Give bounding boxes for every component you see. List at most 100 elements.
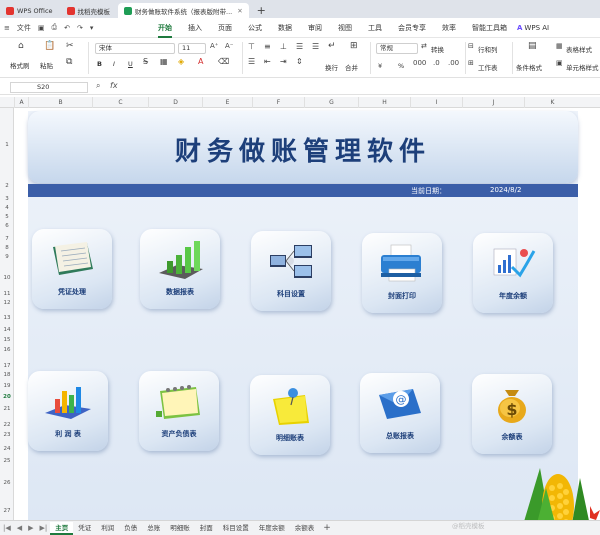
row-header[interactable]: 7 [0,236,14,242]
sheet-tab-home[interactable]: 主页 [50,521,74,535]
row-header[interactable]: 23 [0,432,14,438]
hamburger-icon[interactable]: ≡ [4,24,10,32]
border-icon[interactable]: ▦ [160,57,168,66]
row-header[interactable]: 10 [0,275,14,281]
convert-button[interactable]: 转换 [431,44,444,54]
cut-icon[interactable]: ✂ [66,41,74,51]
column-header[interactable]: H [358,97,410,108]
row-col-icon[interactable]: ⊟ [468,42,474,50]
close-tab-icon[interactable]: ✕ [237,7,242,15]
column-header[interactable]: C [92,97,148,108]
column-header[interactable]: K [524,97,580,108]
font-name-select[interactable]: 宋体 [95,43,175,54]
row-header[interactable]: 15 [0,337,14,343]
tab-review[interactable]: 审阅 [308,23,322,33]
sheet-tab-profit[interactable]: 利润 [96,522,119,535]
increase-decimal-icon[interactable]: .0 [433,59,440,67]
align-middle-icon[interactable]: ≡ [264,42,271,51]
sheet-tab-balance-table[interactable]: 余额表 [290,522,320,535]
tile-account-settings[interactable]: 科目设置 [251,231,331,311]
row-header[interactable]: 14 [0,327,14,333]
search-icon[interactable]: ⌕ [96,81,100,91]
row-header[interactable]: 6 [0,223,14,229]
align-top-icon[interactable]: ⊤ [248,42,255,51]
table-style-icon[interactable]: ▦ [556,42,563,50]
conditional-format-button[interactable]: 条件格式 [516,62,542,72]
row-header[interactable]: 9 [0,254,14,260]
row-header[interactable]: 1 [0,142,14,148]
align-bottom-icon[interactable]: ⊥ [280,42,287,51]
cell-style-icon[interactable]: ▣ [556,59,563,67]
conditional-format-icon[interactable]: ▤ [528,41,537,51]
row-header[interactable]: 22 [0,422,14,428]
strikethrough-icon[interactable]: S̶ [143,57,148,66]
save-icon[interactable]: ▣ [38,24,45,32]
column-header[interactable]: A [14,97,28,108]
sheet-tab-liability[interactable]: 负债 [119,522,142,535]
redo-icon[interactable]: ↷ [77,24,83,32]
copy-icon[interactable]: ⧉ [66,57,72,67]
first-sheet-icon[interactable]: |◀ [0,524,14,532]
table-style-button[interactable]: 表格样式 [566,44,592,54]
row-header[interactable]: 18 [0,372,14,378]
shrink-font-icon[interactable]: A⁻ [225,42,233,50]
tile-balance-sheet[interactable]: 资产负债表 [139,371,219,451]
row-header[interactable]: 21 [0,406,14,412]
tab-member[interactable]: 会员专享 [398,23,426,33]
thousands-separator-icon[interactable]: 000 [413,59,426,67]
last-sheet-icon[interactable]: ▶| [37,524,51,532]
cell-style-button[interactable]: 单元格样式 [566,62,599,72]
tile-voucher[interactable]: 凭证处理 [32,229,112,309]
tab-smart-toolbox[interactable]: 智能工具箱 [472,23,507,33]
align-justify-icon[interactable]: ☰ [248,57,255,66]
tab-view[interactable]: 视图 [338,23,352,33]
tile-data-report[interactable]: 数据报表 [140,229,220,309]
column-header[interactable]: E [202,97,252,108]
print-icon[interactable]: ⎙ [52,23,58,32]
app-tab-workbook[interactable]: 财务做账软件系统（报表版附带... ✕ [118,3,249,18]
column-header[interactable]: F [252,97,304,108]
wrap-text-icon[interactable]: ↵ [328,41,336,51]
tab-efficiency[interactable]: 效率 [442,23,456,33]
sheet-tab-voucher[interactable]: 凭证 [73,522,96,535]
sheet-tab-annual-balance[interactable]: 年度余额 [254,522,290,535]
format-painter-button[interactable]: 格式刷 [10,60,30,70]
column-header[interactable]: J [462,97,524,108]
align-center-icon[interactable]: ☰ [312,42,319,51]
convert-icon[interactable]: ⇄ [421,42,427,50]
name-box[interactable]: S20 [10,82,88,93]
sheet-tab-general-ledger[interactable]: 总账 [142,522,165,535]
next-sheet-icon[interactable]: ▶ [25,524,36,532]
worksheet-button[interactable]: 工作表 [478,62,498,72]
prev-sheet-icon[interactable]: ◀ [14,524,25,532]
italic-button[interactable]: I [113,60,115,68]
decrease-decimal-icon[interactable]: .00 [448,59,459,67]
tab-tools[interactable]: 工具 [368,23,382,33]
text-direction-icon[interactable]: ⇕ [296,57,303,66]
tile-balance-table[interactable]: $ 余额表 [472,374,552,454]
row-header[interactable]: 19 [0,383,14,389]
percent-button[interactable]: % [398,62,404,70]
align-left-icon[interactable]: ☰ [296,42,303,51]
paste-button[interactable]: 粘贴 [40,60,53,70]
column-header[interactable]: G [304,97,358,108]
clear-format-icon[interactable]: ⌫ [218,57,229,66]
row-header[interactable]: 13 [0,315,14,321]
tab-insert[interactable]: 插入 [188,23,202,33]
row-col-button[interactable]: 行和列 [478,44,498,54]
indent-decrease-icon[interactable]: ⇤ [264,57,271,66]
tab-formula[interactable]: 公式 [248,23,262,33]
tab-data[interactable]: 数据 [278,23,292,33]
tab-home[interactable]: 开始 [158,23,172,38]
tile-general-ledger[interactable]: @ 总账报表 [360,373,440,453]
file-menu[interactable]: 文件 [17,23,31,33]
column-header[interactable]: B [28,97,92,108]
row-header[interactable]: 17 [0,363,14,369]
more-icon[interactable]: ▾ [90,24,94,32]
row-header[interactable]: 4 [0,205,14,211]
undo-icon[interactable]: ↶ [64,24,70,32]
row-header[interactable]: 24 [0,446,14,452]
sheet-tab-cover[interactable]: 封面 [195,522,218,535]
row-header[interactable]: 27 [0,508,14,514]
add-sheet-button[interactable]: + [319,523,335,533]
